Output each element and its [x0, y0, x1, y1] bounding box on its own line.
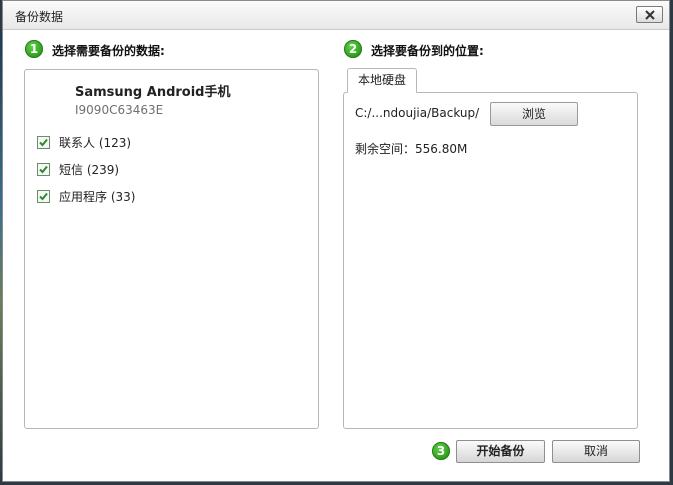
apps-label: 应用程序 (33)	[59, 189, 136, 204]
contacts-checkbox[interactable]	[37, 135, 50, 149]
device-name: Samsung Android手机	[75, 85, 231, 100]
apps-checkbox[interactable]	[37, 189, 50, 203]
free-space-text: 剩余空间：556.80M	[355, 142, 468, 156]
step-3-badge: 3	[432, 442, 450, 460]
apps-checkbox-row[interactable]: 应用程序 (33)	[37, 188, 135, 204]
checkmark-icon	[39, 138, 48, 146]
step-2-badge: 2	[344, 40, 362, 58]
browse-button[interactable]: 浏览	[490, 102, 578, 126]
close-icon	[645, 10, 655, 20]
sms-label: 短信 (239)	[59, 162, 120, 177]
step-1-label: 选择需要备份的数据:	[52, 44, 165, 58]
step-2-label: 选择要备份到的位置:	[371, 44, 484, 58]
title-bar[interactable]: 备份数据	[3, 1, 669, 30]
backup-dialog: 备份数据 1 选择需要备份的数据: 2 选择要备份到的位置: Samsung A…	[2, 0, 670, 482]
device-serial: I9090C63463E	[75, 103, 164, 117]
start-backup-button[interactable]: 开始备份	[456, 440, 545, 463]
checkmark-icon	[39, 165, 48, 173]
cancel-button[interactable]: 取消	[552, 440, 640, 463]
tab-local-disk[interactable]: 本地硬盘	[347, 68, 417, 93]
contacts-label: 联系人 (123)	[59, 135, 132, 150]
close-button[interactable]	[636, 6, 663, 23]
backup-path: C:/...ndoujia/Backup/	[355, 106, 480, 120]
step-1-badge: 1	[25, 40, 43, 58]
contacts-checkbox-row[interactable]: 联系人 (123)	[37, 134, 131, 150]
data-selection-panel: Samsung Android手机 I9090C63463E 联系人 (123)…	[24, 69, 319, 429]
window-title: 备份数据	[15, 10, 64, 24]
sms-checkbox-row[interactable]: 短信 (239)	[37, 161, 119, 177]
checkmark-icon	[39, 192, 48, 200]
sms-checkbox[interactable]	[37, 162, 50, 176]
